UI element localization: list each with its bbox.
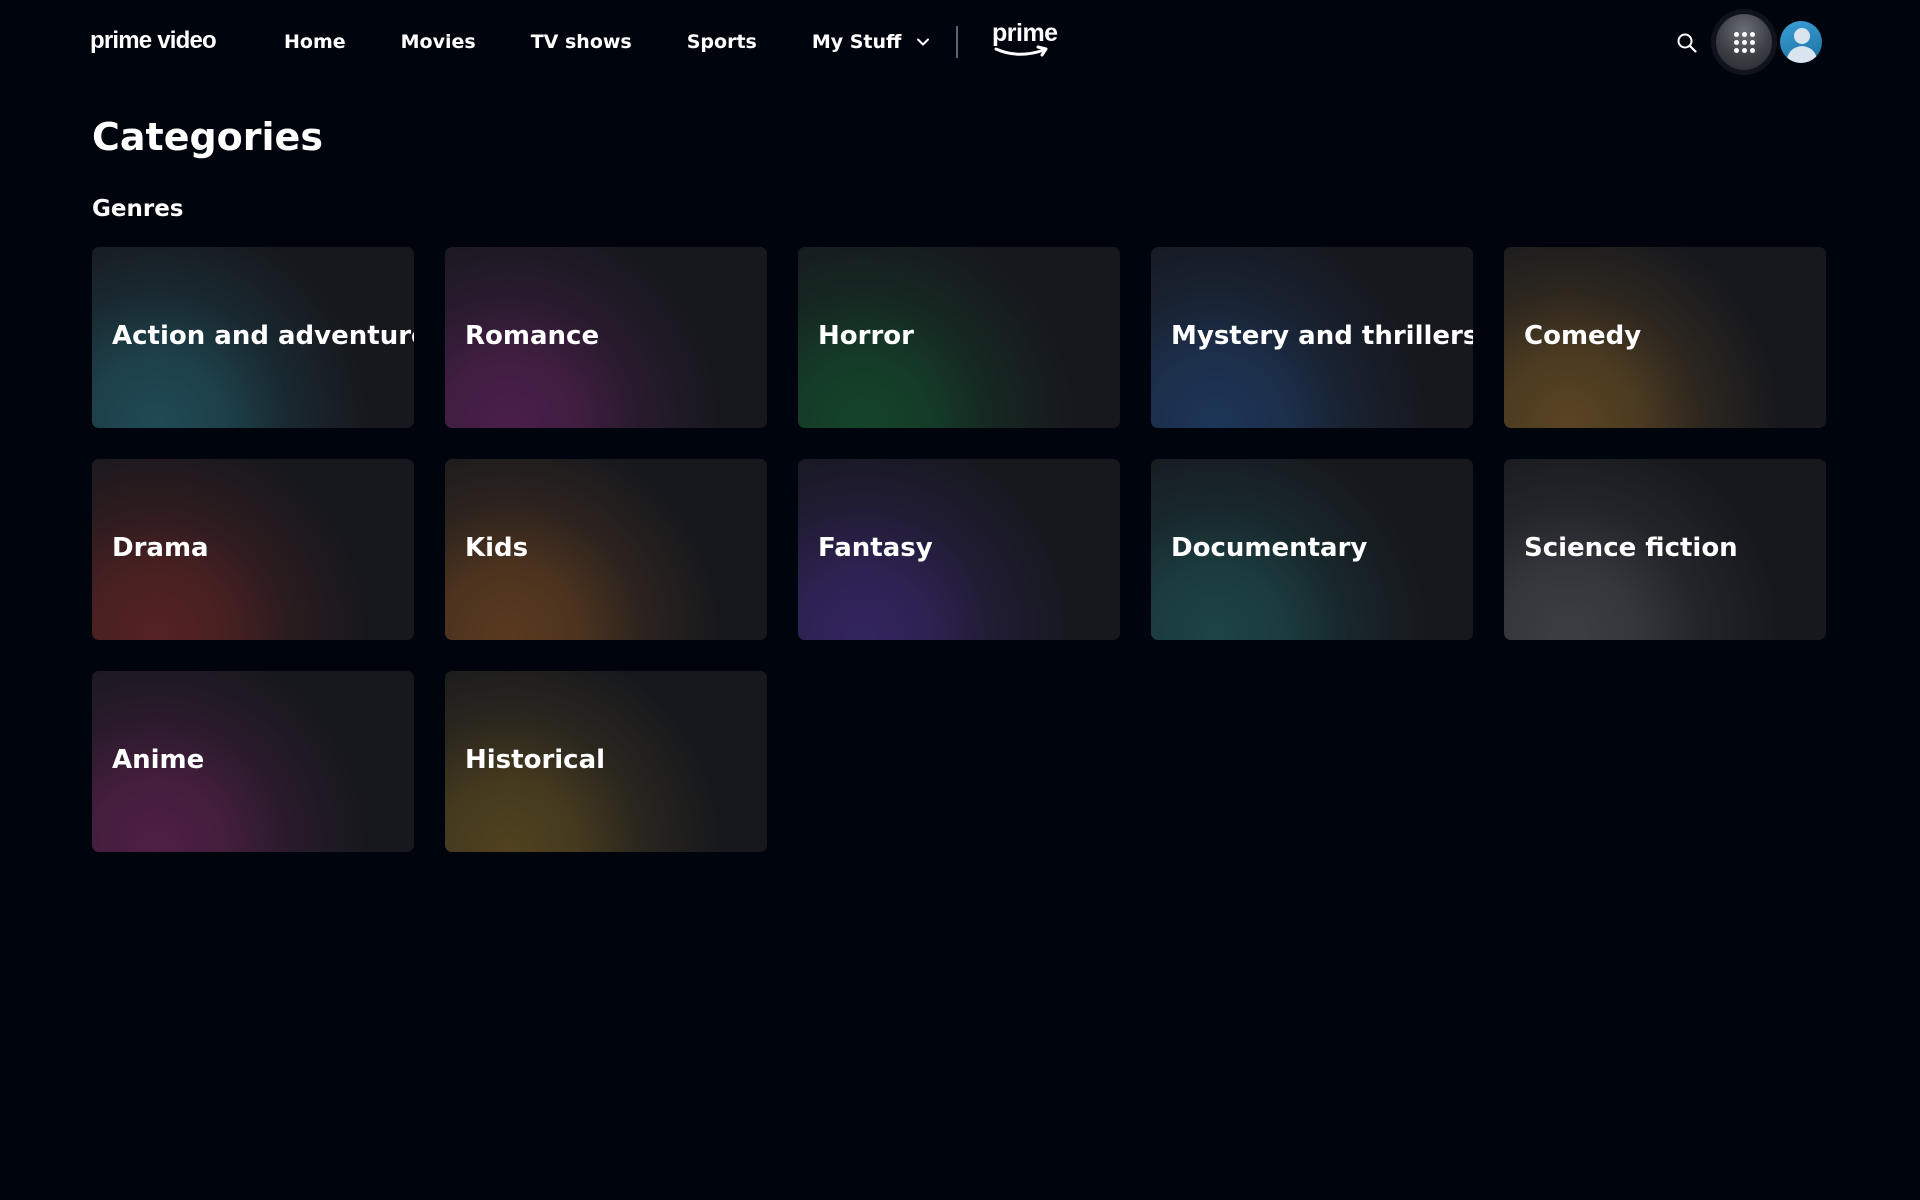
- user-icon: [1786, 28, 1818, 63]
- smile-arrow-icon: [994, 45, 1048, 57]
- genre-card-mystery-and-thrillers[interactable]: Mystery and thrillers: [1151, 247, 1473, 428]
- nav-divider: [956, 26, 958, 58]
- nav-tv-shows[interactable]: TV shows: [531, 26, 632, 58]
- genre-label: Mystery and thrillers: [1171, 321, 1473, 351]
- prime-logo[interactable]: prime: [992, 19, 1058, 64]
- genre-label: Fantasy: [818, 533, 933, 563]
- search-button[interactable]: [1672, 28, 1702, 58]
- genre-card-romance[interactable]: Romance: [445, 247, 767, 428]
- genre-card-historical[interactable]: Historical: [445, 671, 767, 852]
- nav-my-stuff[interactable]: My Stuff: [812, 26, 932, 58]
- genre-card-science-fiction[interactable]: Science fiction: [1504, 459, 1826, 640]
- genre-label: Science fiction: [1524, 533, 1738, 563]
- genre-card-documentary[interactable]: Documentary: [1151, 459, 1473, 640]
- genre-card-comedy[interactable]: Comedy: [1504, 247, 1826, 428]
- genre-label: Action and adventure: [112, 321, 414, 351]
- prime-logo-text: prime: [992, 19, 1058, 47]
- grid-icon: [1733, 31, 1755, 53]
- genre-label: Drama: [112, 533, 209, 563]
- genre-grid: Action and adventure Romance Horror Myst…: [92, 247, 1829, 852]
- page-title: Categories: [92, 115, 323, 159]
- chevron-down-icon: [917, 38, 930, 46]
- nav-home[interactable]: Home: [284, 26, 346, 58]
- apps-menu-button[interactable]: [1716, 14, 1772, 70]
- nav-my-stuff-label: My Stuff: [811, 31, 902, 53]
- genre-card-drama[interactable]: Drama: [92, 459, 414, 640]
- top-nav-bar: prime video Home Movies TV shows Sports …: [0, 0, 1920, 84]
- genre-card-horror[interactable]: Horror: [798, 247, 1120, 428]
- genre-card-kids[interactable]: Kids: [445, 459, 767, 640]
- genre-card-fantasy[interactable]: Fantasy: [798, 459, 1120, 640]
- main-nav: Home Movies TV shows Sports My Stuff: [284, 26, 931, 58]
- prime-video-logo[interactable]: prime video: [90, 26, 217, 56]
- genre-label: Horror: [818, 321, 914, 351]
- genre-card-anime[interactable]: Anime: [92, 671, 414, 852]
- genre-label: Romance: [465, 321, 600, 351]
- genre-label: Comedy: [1524, 321, 1642, 351]
- genre-label: Anime: [112, 745, 205, 775]
- genre-label: Documentary: [1171, 533, 1368, 563]
- profile-avatar[interactable]: [1780, 21, 1822, 63]
- genre-label: Historical: [465, 745, 606, 775]
- nav-sports[interactable]: Sports: [687, 26, 757, 58]
- search-icon: [1677, 33, 1697, 53]
- genre-card-action-and-adventure[interactable]: Action and adventure: [92, 247, 414, 428]
- nav-movies[interactable]: Movies: [401, 26, 476, 58]
- section-title-genres: Genres: [92, 196, 184, 222]
- genre-label: Kids: [465, 533, 529, 563]
